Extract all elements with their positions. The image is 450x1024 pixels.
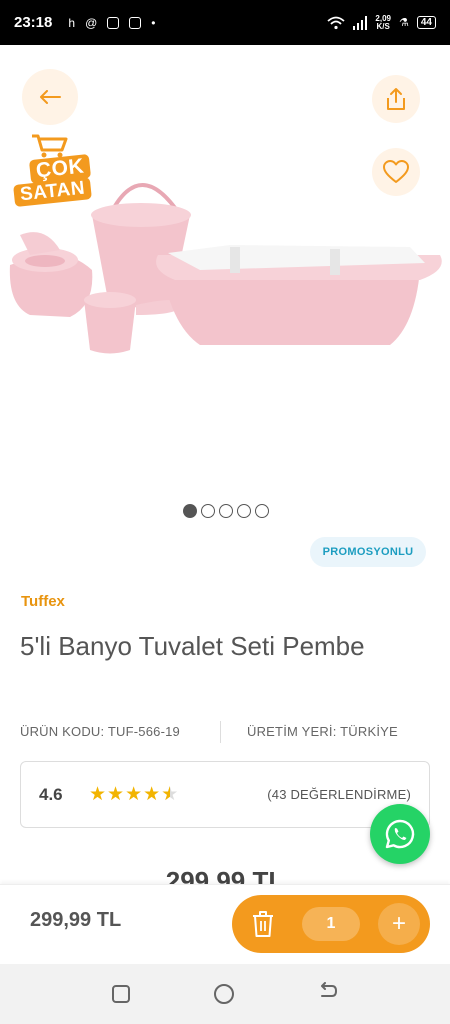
cart-bar-price: 299,99 TL xyxy=(30,909,122,931)
rating-score: 4.6 xyxy=(39,784,63,804)
star-half-icon: ★ xyxy=(161,783,178,806)
product-meta: ÜRÜN KODU: TUF-566-19 ÜRETİM YERİ: TÜRKİ… xyxy=(20,721,430,743)
back-arrow-icon xyxy=(321,982,337,997)
pagination-dot-2[interactable] xyxy=(201,504,215,518)
share-button[interactable] xyxy=(372,75,420,123)
pagination-dot-4[interactable] xyxy=(237,504,251,518)
instagram-icon xyxy=(107,16,120,29)
recent-apps-button[interactable] xyxy=(112,985,130,1003)
pagination-dot-5[interactable] xyxy=(255,504,269,518)
image-pagination xyxy=(183,504,269,518)
notification-icons: h @ • xyxy=(68,16,155,30)
product-title: 5'li Banyo Tuvalet Seti Pembe xyxy=(20,631,365,661)
trash-icon xyxy=(253,911,273,937)
net-speed-unit: K/S xyxy=(376,21,390,31)
battery-indicator: 44 xyxy=(416,16,436,29)
product-gallery[interactable]: ÇOK SATAN xyxy=(0,45,450,535)
whatsapp-icon xyxy=(385,819,415,849)
product-code: ÜRÜN KODU: TUF-566-19 xyxy=(20,724,180,739)
signal-icon xyxy=(353,15,368,30)
threads-icon: @ xyxy=(85,15,98,30)
share-icon xyxy=(387,88,405,110)
arrow-left-icon xyxy=(40,90,61,104)
product-image xyxy=(9,183,442,354)
rating-summary[interactable]: 4.6 ★ ★ ★ ★ ★ (43 DEĞERLENDİRME) xyxy=(20,761,430,828)
pagination-dot-1[interactable] xyxy=(183,504,197,518)
remove-button[interactable] xyxy=(244,905,282,943)
rating-stars: ★ ★ ★ ★ ★ xyxy=(89,783,178,806)
whatsapp-button[interactable] xyxy=(370,804,430,864)
price-peek-text: 299,99 TL xyxy=(165,866,285,884)
instagram-icon xyxy=(129,16,142,29)
system-nav-bar xyxy=(0,964,450,1024)
status-bar: 23:18 h @ • 2,09 K/S ⚗ 44 xyxy=(0,0,450,45)
dot-icon: • xyxy=(151,15,156,30)
price-peek: 299,99 TL xyxy=(0,862,450,884)
cart-bar: 299,99 TL 1 + xyxy=(0,884,450,964)
net-speed: 2,09 K/S xyxy=(375,14,391,31)
quantity-value: 1 xyxy=(302,907,360,941)
product-origin: ÜRETİM YERİ: TÜRKİYE xyxy=(247,724,398,739)
system-back-button[interactable] xyxy=(318,982,338,1006)
meta-divider xyxy=(220,721,221,743)
increase-button[interactable]: + xyxy=(378,903,420,945)
quantity-stepper: 1 + xyxy=(232,895,430,953)
status-time: 23:18 xyxy=(14,14,53,31)
home-button[interactable] xyxy=(214,984,234,1004)
brand-link[interactable]: Tuffex xyxy=(21,593,65,610)
pagination-dot-3[interactable] xyxy=(219,504,233,518)
star-icon: ★ xyxy=(143,784,161,805)
status-right: 2,09 K/S ⚗ 44 xyxy=(327,14,436,31)
back-button[interactable] xyxy=(22,69,78,125)
star-icon: ★ xyxy=(125,784,143,805)
wifi-icon xyxy=(327,16,346,29)
flask-icon: ⚗ xyxy=(399,17,409,29)
star-icon: ★ xyxy=(89,784,107,805)
promo-badge: PROMOSYONLU xyxy=(310,537,426,567)
rating-count: (43 DEĞERLENDİRME) xyxy=(267,787,411,802)
star-icon: ★ xyxy=(107,784,125,805)
h-notification-icon: h xyxy=(68,15,76,30)
